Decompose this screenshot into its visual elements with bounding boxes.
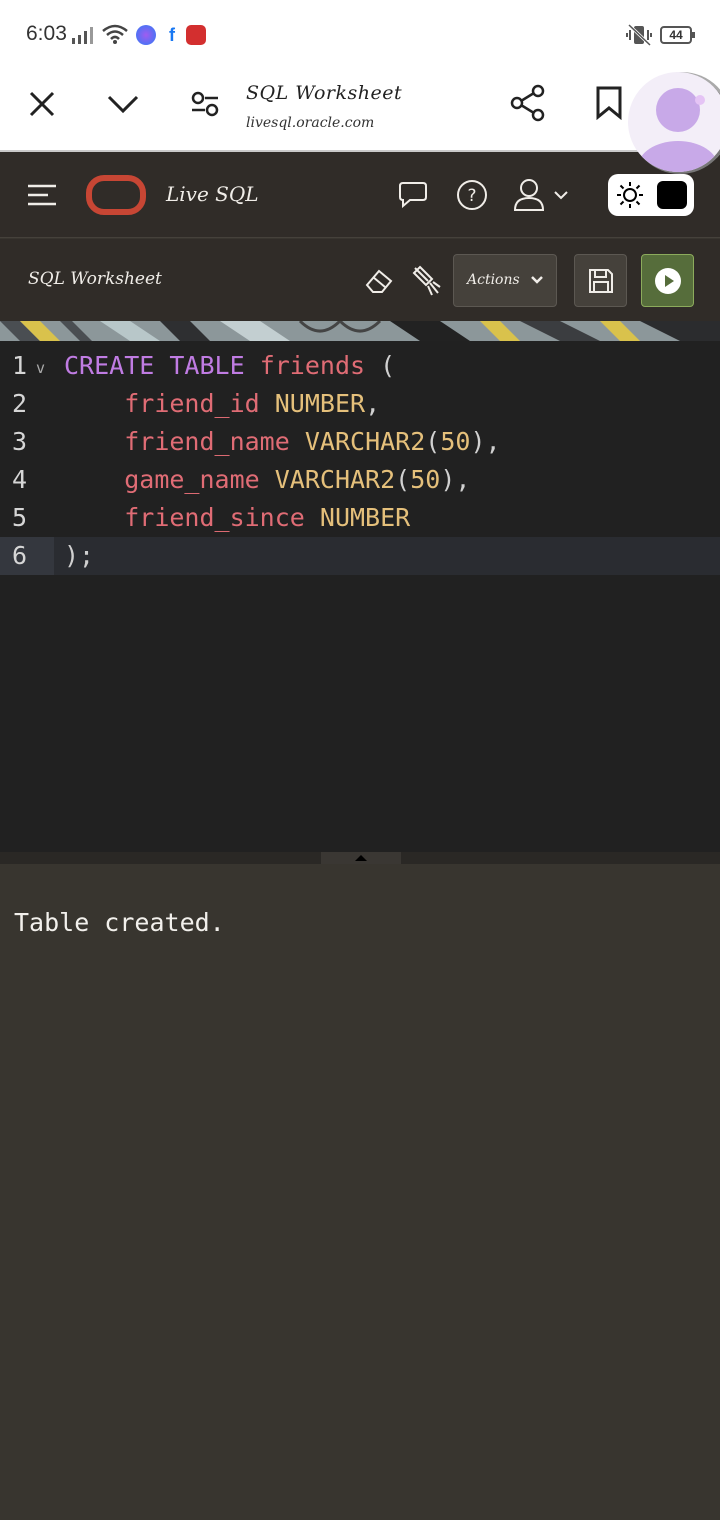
line-number: 3 [12, 427, 28, 456]
run-button[interactable] [641, 254, 694, 307]
code-token: CREATE [64, 351, 155, 380]
status-bar: 6:03 f 44 [0, 0, 720, 70]
vibrate-off-icon [626, 24, 652, 46]
decorative-banner [0, 321, 720, 341]
worksheet-title: SQL Worksheet [28, 269, 162, 289]
play-icon [655, 268, 681, 294]
code-line[interactable]: 6); [0, 537, 720, 575]
brand-name: Live SQL [166, 182, 259, 206]
code-text: ); [64, 537, 94, 575]
eraser-icon[interactable] [364, 267, 394, 295]
avatar[interactable] [628, 72, 720, 172]
code-token: friend_id [124, 389, 260, 418]
code-line[interactable]: 3 friend_name VARCHAR2(50), [0, 423, 720, 461]
code-token: ( [380, 351, 396, 380]
browser-toolbar: SQL Worksheet livesql.oracle.com [0, 70, 720, 152]
code-line[interactable]: 2 friend_id NUMBER, [0, 385, 720, 423]
battery-indicator: 44 [660, 26, 695, 44]
line-number: 4 [12, 465, 28, 494]
code-line[interactable]: 4 game_name VARCHAR2(50), [0, 461, 720, 499]
feedback-icon[interactable] [398, 181, 428, 209]
code-token: 50 [440, 427, 471, 456]
chevron-down-icon[interactable] [106, 94, 140, 114]
format-brush-icon[interactable] [412, 265, 442, 297]
theme-toggle[interactable] [608, 174, 694, 216]
worksheet-toolbar: SQL Worksheet Actions [0, 239, 720, 321]
oracle-logo[interactable] [86, 175, 146, 215]
code-token: ( [395, 465, 411, 494]
code-token: ( [425, 427, 441, 456]
page-title: SQL Worksheet [246, 82, 403, 104]
app-notification-icon [186, 25, 206, 45]
app-header: Live SQL ? [0, 152, 720, 238]
line-number: 1 [12, 351, 28, 380]
chevron-down-icon [531, 276, 543, 284]
code-token: friends [259, 351, 366, 380]
page-url[interactable]: livesql.oracle.com [246, 115, 374, 131]
wifi-icon [102, 24, 128, 44]
help-icon[interactable]: ? [456, 179, 488, 211]
signal-icon [72, 27, 93, 44]
share-icon[interactable] [510, 84, 546, 122]
code-token: VARCHAR2 [274, 465, 396, 494]
save-icon [589, 269, 613, 293]
hamburger-menu-icon[interactable] [28, 184, 56, 206]
code-token: ); [64, 541, 95, 570]
code-token: friend_name [124, 427, 290, 456]
code-text: friend_id NUMBER, [64, 385, 380, 423]
user-account-icon[interactable] [512, 178, 574, 212]
dark-mode-swatch[interactable] [657, 181, 687, 209]
code-token: TABLE [169, 351, 245, 380]
output-message: Table created. [14, 908, 225, 937]
sun-icon[interactable] [616, 181, 644, 209]
code-token: game_name [124, 465, 260, 494]
code-token: ), [440, 465, 471, 494]
code-text: friend_name VARCHAR2(50), [64, 423, 501, 461]
save-button[interactable] [574, 254, 627, 307]
code-token: , [365, 389, 381, 418]
close-icon[interactable] [28, 90, 56, 118]
code-token: VARCHAR2 [304, 427, 426, 456]
messenger-icon [136, 25, 156, 45]
svg-text:?: ? [467, 186, 476, 206]
actions-dropdown[interactable]: Actions [453, 254, 557, 307]
code-line[interactable]: 5 friend_since NUMBER [0, 499, 720, 537]
caret-up-icon [355, 855, 367, 861]
code-text: game_name VARCHAR2(50), [64, 461, 470, 499]
code-editor[interactable]: 1 v CREATE TABLE friends (2 friend_id NUMB… [0, 341, 720, 852]
code-text: friend_since NUMBER [64, 499, 410, 537]
code-line[interactable]: 1 v CREATE TABLE friends ( [0, 347, 720, 385]
code-token: friend_since [124, 503, 305, 532]
code-token: NUMBER [319, 503, 411, 532]
line-number: 5 [12, 503, 28, 532]
line-number: 2 [12, 389, 28, 418]
output-panel: Table created. [0, 864, 720, 1520]
code-token: ), [470, 427, 501, 456]
splitter-handle[interactable] [321, 852, 401, 864]
code-token: NUMBER [274, 389, 366, 418]
fold-chevron-icon[interactable]: v [36, 349, 45, 387]
facebook-icon: f [162, 25, 182, 45]
banner-pattern [0, 321, 720, 341]
code-text: CREATE TABLE friends ( [64, 347, 395, 385]
pane-splitter[interactable] [0, 852, 720, 864]
actions-label: Actions [467, 272, 520, 288]
bookmark-icon[interactable] [596, 86, 622, 120]
user-avatar-icon [638, 88, 718, 172]
line-number: 6 [0, 537, 54, 575]
code-token: 50 [410, 465, 441, 494]
status-time: 6:03 [26, 22, 67, 45]
page-settings-icon[interactable] [190, 90, 220, 118]
